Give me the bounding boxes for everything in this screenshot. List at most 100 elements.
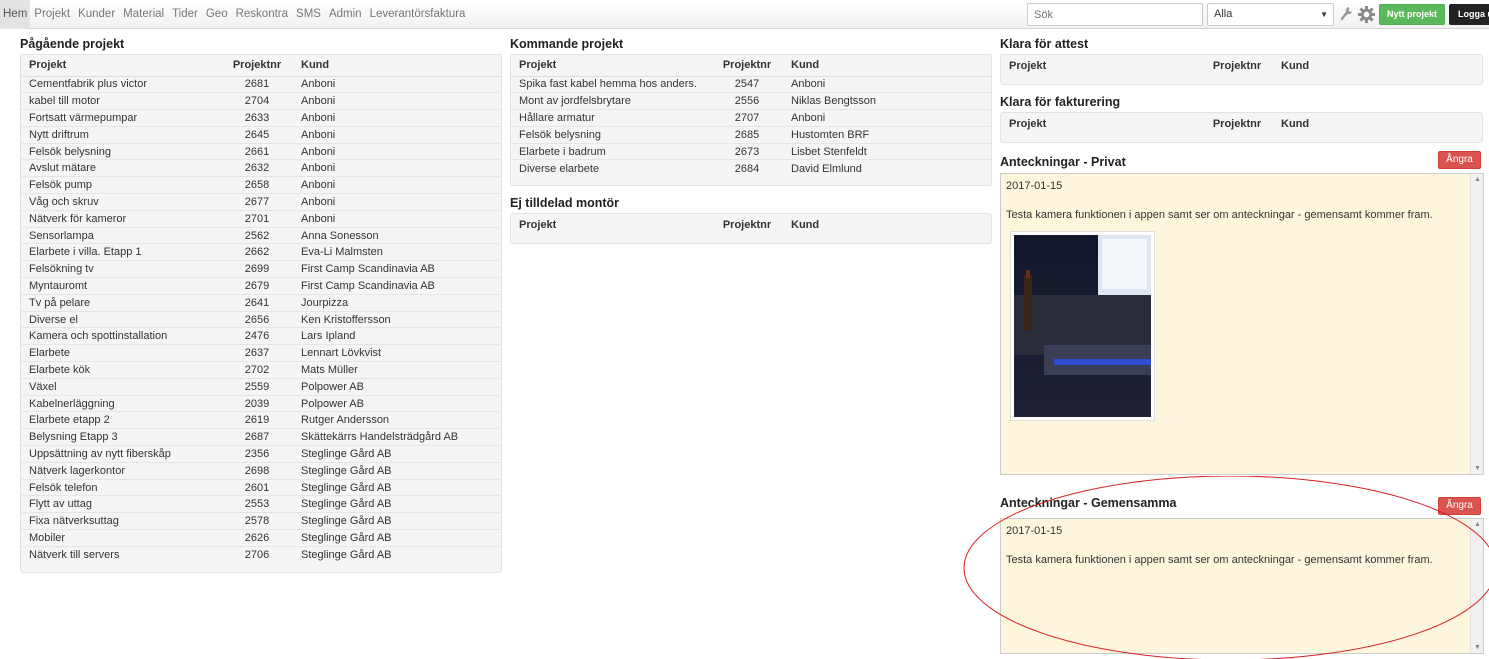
table-row[interactable]: Elarbete 2637 Lennart Lövkvist [21, 344, 501, 362]
project-name-cell[interactable]: Felsök belysning [21, 142, 221, 160]
project-name-cell[interactable]: Kamera och spottinstallation [21, 327, 221, 345]
table-row[interactable]: Felsök belysning 2685 Hustomten BRF [511, 125, 991, 144]
project-name-cell[interactable]: Nätverk lagerkontor [21, 461, 221, 480]
project-name-cell[interactable]: Elarbete i villa. Etapp 1 [21, 243, 221, 261]
table-row[interactable]: Felsökning tv 2699 First Camp Scandinavia … [21, 260, 501, 278]
table-row[interactable]: Elarbete etapp 2 2619 Rutger Andersson [21, 411, 501, 429]
table-row[interactable]: Avslut mätare 2632 Anboni [21, 159, 501, 177]
table-row[interactable]: Diverse el 2656 Ken Kristoffersson [21, 310, 501, 328]
table-row[interactable]: Myntauromt 2679 First Camp Scandinavia AB [21, 277, 501, 295]
table-row[interactable]: Felsök pump 2658 Anboni [21, 176, 501, 194]
table-row[interactable]: Sensorlampa 2562 Anna Sonesson [21, 226, 501, 244]
table-row[interactable]: Spika fast kabel hemma hos anders. 2547 An… [511, 76, 991, 93]
nav-item-4[interactable]: Tider [168, 0, 202, 29]
nav-item-6[interactable]: Reskontra [232, 0, 292, 29]
project-name-cell[interactable]: Spika fast kabel hemma hos anders. [511, 76, 711, 93]
scroll-up-icon[interactable]: ▲ [1474, 176, 1481, 183]
project-number-cell: 2673 [711, 142, 783, 160]
table-row[interactable]: Kabelnerläggning 2039 Polpower AB [21, 394, 501, 412]
nav-item-7[interactable]: SMS [292, 0, 325, 29]
project-name-cell[interactable]: Växel [21, 377, 221, 396]
project-name-cell[interactable]: Nätverk för kameror [21, 209, 221, 228]
table-row[interactable]: Felsök belysning 2661 Anboni [21, 142, 501, 160]
table-row[interactable]: Elarbete kök 2702 Mats Müller [21, 361, 501, 379]
table-row[interactable]: Tv på pelare 2641 Jourpizza [21, 293, 501, 312]
table-row[interactable]: Nätverk till servers 2706 Steglinge Gård A… [21, 545, 501, 564]
table-row[interactable]: Fortsatt värmepumpar 2633 Anboni [21, 109, 501, 127]
table-row[interactable]: Hållare armatur 2707 Anboni [511, 109, 991, 127]
project-name-cell[interactable]: Kabelnerläggning [21, 394, 221, 412]
project-name-cell[interactable]: Felsök telefon [21, 478, 221, 496]
project-name-cell[interactable]: Nätverk till servers [21, 545, 221, 564]
project-name-cell[interactable]: Felsökning tv [21, 260, 221, 278]
project-name-cell[interactable]: Felsök belysning [511, 125, 711, 144]
project-name-cell[interactable]: Felsök pump [21, 176, 221, 194]
project-name-cell[interactable]: Hållare armatur [511, 109, 711, 127]
table-row[interactable]: Elarbete i badrum 2673 Lisbet Stenfeldt [511, 142, 991, 160]
gear-icon[interactable] [1357, 5, 1376, 24]
table-row[interactable]: Mont av jordfelsbrytare 2556 Niklas Bengts… [511, 92, 991, 110]
private-notes-undo-button[interactable]: Ångra [1438, 151, 1481, 169]
shared-notes-editor[interactable]: 2017-01-15 Testa kamera funktionen i app… [1000, 518, 1484, 654]
search-input[interactable] [1027, 3, 1203, 26]
table-row[interactable]: Cementfabrik plus victor 2681 Anboni [21, 76, 501, 93]
project-name-cell[interactable]: Fortsatt värmepumpar [21, 109, 221, 127]
table-row[interactable]: Elarbete i villa. Etapp 1 2662 Eva-Li Malm… [21, 243, 501, 261]
new-project-button[interactable]: Nytt projekt [1379, 4, 1445, 25]
nav-item-5[interactable]: Geo [202, 0, 232, 29]
project-name-cell[interactable]: Flytt av uttag [21, 495, 221, 513]
logout-button[interactable]: Logga ut [1449, 4, 1489, 25]
project-name-cell[interactable]: Diverse elarbete [511, 159, 711, 177]
scroll-up-icon[interactable]: ▲ [1474, 521, 1481, 528]
project-name-cell[interactable]: Elarbete etapp 2 [21, 411, 221, 429]
project-name-cell[interactable]: Myntauromt [21, 277, 221, 295]
table-row[interactable]: Fixa nätverksuttag 2578 Steglinge Gård AB [21, 512, 501, 530]
filter-select[interactable]: Alla ▼ [1207, 3, 1334, 26]
table-row[interactable]: Mobiler 2626 Steglinge Gård AB [21, 529, 501, 547]
nav-item-8[interactable]: Admin [325, 0, 366, 29]
table-row[interactable]: Nätverk för kameror 2701 Anboni [21, 209, 501, 228]
nav-item-9[interactable]: Leverantörsfaktura [366, 0, 470, 29]
project-name-cell[interactable]: Elarbete i badrum [511, 142, 711, 160]
nav-item-0[interactable]: Hem [0, 0, 31, 29]
project-name-cell[interactable]: Elarbete kök [21, 361, 221, 379]
project-name-cell[interactable]: Våg och skruv [21, 193, 221, 211]
private-notes-editor[interactable]: 2017-01-15 Testa kamera funktionen i app… [1000, 173, 1484, 475]
shared-notes-scrollbar[interactable]: ▲ ▼ [1470, 519, 1483, 653]
wrench-icon[interactable] [1339, 6, 1353, 22]
project-number-cell: 2559 [221, 377, 293, 396]
nav-item-2[interactable]: Kunder [74, 0, 119, 29]
scroll-down-icon[interactable]: ▼ [1474, 465, 1481, 472]
project-name-cell[interactable]: Sensorlampa [21, 226, 221, 244]
project-name-cell[interactable]: Nytt driftrum [21, 125, 221, 144]
project-name-cell[interactable]: Cementfabrik plus victor [21, 76, 221, 93]
project-name-cell[interactable]: Diverse el [21, 310, 221, 328]
project-name-cell[interactable]: Mobiler [21, 529, 221, 547]
table-row[interactable]: Växel 2559 Polpower AB [21, 377, 501, 396]
project-name-cell[interactable]: Fixa nätverksuttag [21, 512, 221, 530]
project-name-cell[interactable]: Mont av jordfelsbrytare [511, 92, 711, 110]
project-number-cell: 2553 [221, 495, 293, 513]
private-notes-scrollbar[interactable]: ▲ ▼ [1470, 174, 1483, 474]
project-name-cell[interactable]: Avslut mätare [21, 159, 221, 177]
nav-item-1[interactable]: Projekt [30, 0, 74, 29]
table-row[interactable]: Våg och skruv 2677 Anboni [21, 193, 501, 211]
table-row[interactable]: kabel till motor 2704 Anboni [21, 92, 501, 110]
project-name-cell[interactable]: Elarbete [21, 344, 221, 362]
table-row[interactable]: Nytt driftrum 2645 Anboni [21, 125, 501, 144]
table-row[interactable]: Flytt av uttag 2553 Steglinge Gård AB [21, 495, 501, 513]
table-row[interactable]: Uppsättning av nytt fiberskåp 2356 Steglin… [21, 445, 501, 463]
nav-item-3[interactable]: Material [119, 0, 168, 29]
table-row[interactable]: Kamera och spottinstallation 2476 Lars Ipl… [21, 327, 501, 345]
project-name-cell[interactable]: Belysning Etapp 3 [21, 428, 221, 446]
project-name-cell[interactable]: Uppsättning av nytt fiberskåp [21, 445, 221, 463]
project-name-cell[interactable]: kabel till motor [21, 92, 221, 110]
customer-name-cell: Polpower AB [293, 394, 501, 412]
shared-notes-undo-button[interactable]: Ångra [1438, 497, 1481, 515]
table-row[interactable]: Diverse elarbete 2684 David Elmlund [511, 159, 991, 177]
scroll-down-icon[interactable]: ▼ [1474, 644, 1481, 651]
project-name-cell[interactable]: Tv på pelare [21, 293, 221, 312]
table-row[interactable]: Nätverk lagerkontor 2698 Steglinge Gård AB [21, 461, 501, 480]
table-row[interactable]: Belysning Etapp 3 2687 Skättekärrs Handels… [21, 428, 501, 446]
table-row[interactable]: Felsök telefon 2601 Steglinge Gård AB [21, 478, 501, 496]
